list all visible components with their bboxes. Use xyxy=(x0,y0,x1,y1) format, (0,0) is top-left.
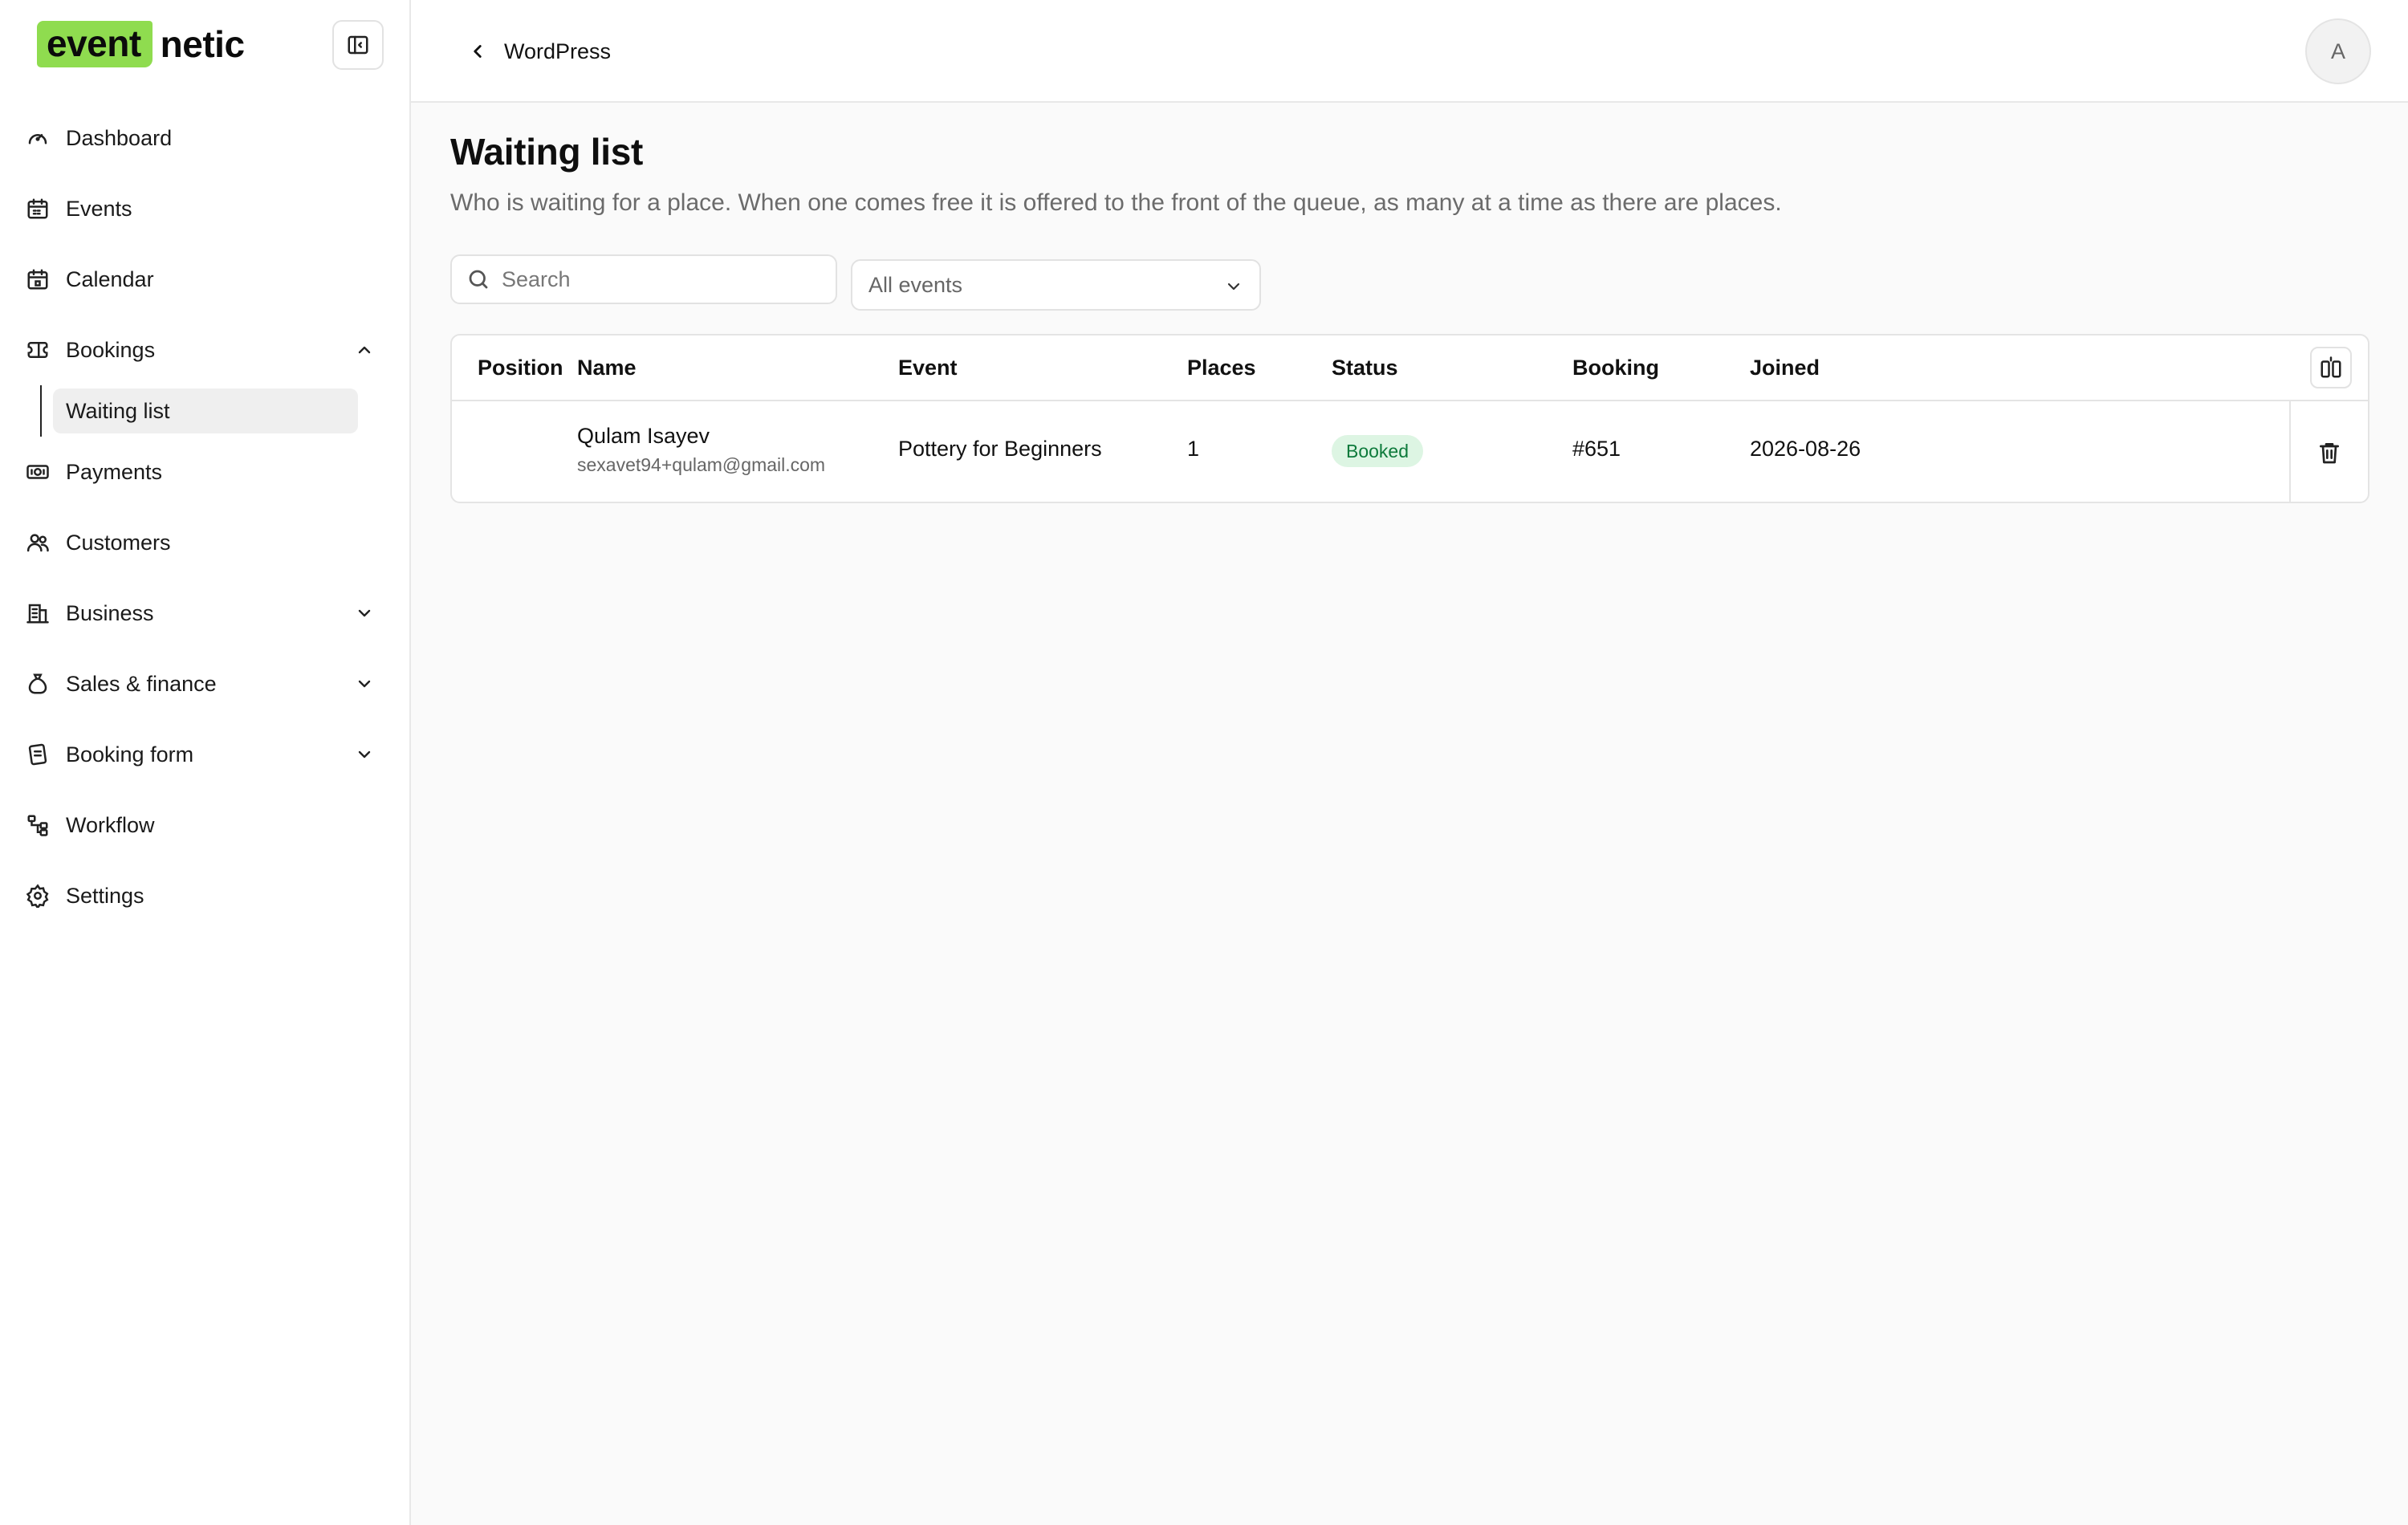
sidebar-item-waiting-list[interactable]: Waiting list xyxy=(53,388,358,433)
event-filter-select[interactable]: All events xyxy=(851,259,1261,311)
chevron-left-icon xyxy=(474,45,482,58)
sidebar-item-label: Bookings xyxy=(66,337,156,362)
column-header-joined[interactable]: Joined xyxy=(1750,356,1820,380)
table-row[interactable]: Qulam Isayev sexavet94+qulam@gmail.com P… xyxy=(452,401,2368,502)
sidebar-item-label: Settings xyxy=(66,883,144,908)
sidebar-item-calendar[interactable]: Calendar xyxy=(24,255,390,303)
sidebar-item-settings[interactable]: Settings xyxy=(24,872,390,920)
sidebar-item-events[interactable]: Events xyxy=(24,185,390,233)
search-icon xyxy=(469,270,488,289)
cell-customer-name: Qulam Isayev xyxy=(577,424,710,448)
chevron-down-icon xyxy=(358,680,371,688)
cell-event: Pottery for Beginners xyxy=(898,437,1102,461)
sidebar-toggle-button[interactable] xyxy=(332,20,384,70)
sidebar-item-sales-finance[interactable]: Sales & finance xyxy=(24,660,390,708)
sidebar-item-label: Sales & finance xyxy=(66,671,217,696)
cell-joined: 2026-08-26 xyxy=(1750,437,1861,461)
sidebar-item-label: Calendar xyxy=(66,266,154,291)
column-header-status[interactable]: Status xyxy=(1332,356,1398,380)
column-header-event[interactable]: Event xyxy=(898,356,958,380)
back-link-label: WordPress xyxy=(504,39,612,63)
logo-mark: event xyxy=(37,21,153,67)
calendar-icon xyxy=(24,195,51,222)
sidebar-item-customers[interactable]: Customers xyxy=(24,518,390,567)
column-header-places[interactable]: Places xyxy=(1187,356,1256,380)
cell-booking-link[interactable]: #651 xyxy=(1572,437,1621,462)
top-bar: WordPress A xyxy=(411,0,2408,103)
trash-icon xyxy=(2320,442,2339,463)
money-bag-icon xyxy=(24,670,51,697)
table-header: Position Name Event Places Status Bookin… xyxy=(452,336,2368,401)
logo-text: netic xyxy=(160,23,245,65)
waiting-list-table: Position Name Event Places Status Bookin… xyxy=(450,334,2369,503)
sidebar-item-bookings[interactable]: Bookings xyxy=(24,326,390,374)
sidebar-item-label: Dashboard xyxy=(66,125,173,150)
column-header-position[interactable]: Position xyxy=(478,356,563,380)
sidebar-item-label: Events xyxy=(66,196,132,221)
sidebar-toggle-icon xyxy=(348,35,368,55)
banknote-icon xyxy=(24,458,51,486)
page-title: Waiting list xyxy=(450,131,644,173)
cell-customer-email: sexavet94+qulam@gmail.com xyxy=(577,454,826,475)
brand-logo[interactable]: event netic xyxy=(37,19,245,69)
ticket-icon xyxy=(24,336,51,364)
column-header-name[interactable]: Name xyxy=(577,356,637,380)
column-settings-button[interactable] xyxy=(2310,347,2352,388)
chevron-down-icon xyxy=(358,750,371,758)
sidebar-item-workflow[interactable]: Workflow xyxy=(24,801,390,849)
cell-places: 1 xyxy=(1187,437,1200,461)
page-description: Who is waiting for a place. When one com… xyxy=(450,189,1782,216)
sidebar-item-label: Workflow xyxy=(66,812,155,837)
sidebar-item-booking-form[interactable]: Booking form xyxy=(24,730,390,779)
delete-button[interactable] xyxy=(2289,401,2368,502)
sidebar-item-dashboard[interactable]: Dashboard xyxy=(24,114,390,162)
chevron-up-icon xyxy=(358,346,371,354)
column-header-booking[interactable]: Booking xyxy=(1572,356,1659,380)
back-to-wordpress-link[interactable]: WordPress xyxy=(467,34,611,69)
chevron-down-icon xyxy=(358,609,371,617)
avatar[interactable]: A xyxy=(2305,18,2371,84)
chevron-down-icon xyxy=(1227,283,1240,291)
sidebar-item-label: Payments xyxy=(66,459,163,484)
sidebar-item-label: Customers xyxy=(66,530,171,555)
sidebar-item-payments[interactable]: Payments xyxy=(24,448,390,496)
calendar-grid-icon xyxy=(24,266,51,293)
workflow-icon xyxy=(24,811,51,839)
sidebar-item-label: Waiting list xyxy=(66,398,170,423)
columns-icon xyxy=(2321,356,2341,378)
sidebar-item-business[interactable]: Business xyxy=(24,589,390,637)
status-badge: Booked xyxy=(1332,435,1424,467)
form-icon xyxy=(24,741,51,768)
sidebar-item-label: Business xyxy=(66,600,154,625)
building-icon xyxy=(24,600,51,627)
sidebar: event netic Dashboard Events Calendar Bo… xyxy=(0,0,411,1525)
search-input[interactable] xyxy=(502,266,823,292)
users-icon xyxy=(24,529,51,556)
search-box xyxy=(450,254,837,304)
sidebar-item-label: Booking form xyxy=(66,742,194,767)
gauge-icon xyxy=(24,124,51,152)
submenu-indicator xyxy=(40,385,42,437)
gear-icon xyxy=(24,882,51,909)
event-filter-value: All events xyxy=(868,272,963,297)
